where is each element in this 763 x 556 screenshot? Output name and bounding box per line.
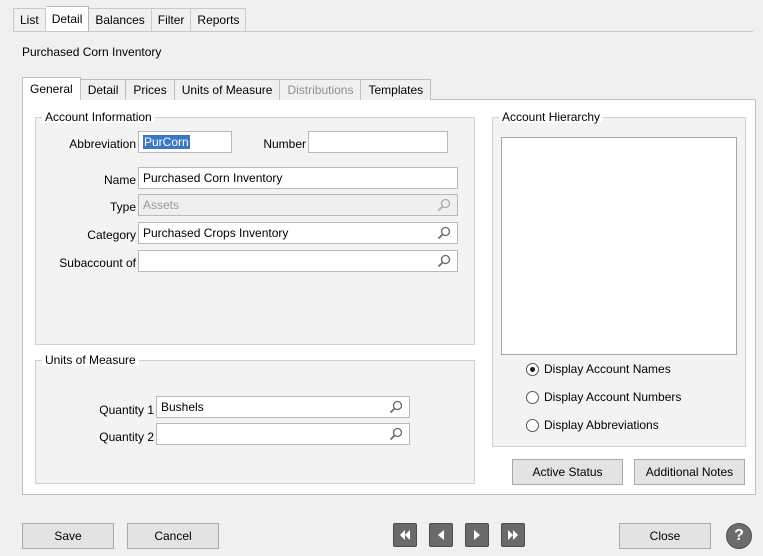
account-information-title: Account Information [42,111,155,123]
name-field[interactable]: Purchased Corn Inventory [138,167,458,189]
tab-divider [13,31,753,32]
quantity-1-field[interactable]: Bushels [156,396,410,418]
tab-detail[interactable]: Detail [45,6,90,31]
help-icon[interactable]: ? [726,523,752,549]
tab-balances[interactable]: Balances [89,8,152,31]
subaccount-field[interactable] [138,250,458,272]
last-record-icon [508,530,518,540]
display-account-numbers-label: Display Account Numbers [544,390,682,404]
last-record-button[interactable] [501,523,525,547]
units-of-measure-title: Units of Measure [42,354,139,366]
display-account-names-label: Display Account Names [544,362,671,376]
previous-record-icon [438,530,444,540]
save-button[interactable]: Save [22,523,114,549]
quantity-2-field[interactable] [156,423,410,445]
category-value: Purchased Crops Inventory [143,226,289,240]
type-value: Assets [143,198,180,212]
display-account-numbers-option[interactable]: Display Account Numbers [526,390,681,404]
number-label: Number [263,137,306,151]
display-abbreviations-option[interactable]: Display Abbreviations [526,418,659,432]
display-account-names-option[interactable]: Display Account Names [526,362,671,376]
magnifier-icon[interactable] [389,400,403,414]
radio-button[interactable] [526,418,539,432]
abbreviation-field[interactable]: PurCorn [138,131,232,153]
magnifier-icon[interactable] [437,254,451,268]
close-button[interactable]: Close [619,523,711,549]
tab-filter[interactable]: Filter [151,8,192,31]
subtab-units-of-measure[interactable]: Units of Measure [174,79,281,100]
cancel-button[interactable]: Cancel [127,523,219,549]
top-tab-bar: List Detail Balances Filter Reports [13,6,247,32]
previous-record-button[interactable] [429,523,453,547]
active-status-button[interactable]: Active Status [512,459,623,485]
type-field: Assets [138,194,458,216]
quantity-1-label: Quantity 1 [99,403,154,417]
subaccount-label: Subaccount of [59,256,136,270]
abbreviation-label: Abbreviation [69,137,136,151]
quantity-1-value: Bushels [161,400,204,414]
sub-tab-bar: General Detail Prices Units of Measure D… [22,77,432,100]
subtab-general[interactable]: General [22,77,81,100]
next-record-icon [474,530,480,540]
radio-button[interactable] [526,390,539,404]
magnifier-icon [437,198,451,212]
type-label: Type [109,200,136,214]
category-label: Category [87,228,136,242]
subtab-detail[interactable]: Detail [80,79,127,100]
name-label: Name [103,173,136,187]
additional-notes-button[interactable]: Additional Notes [634,459,745,485]
quantity-2-label: Quantity 2 [99,430,154,444]
number-field[interactable] [308,131,448,153]
units-of-measure-group [35,360,475,484]
account-hierarchy-title: Account Hierarchy [499,111,604,123]
subtab-prices[interactable]: Prices [126,79,175,100]
category-field[interactable]: Purchased Crops Inventory [138,222,458,244]
subtab-distributions: Distributions [280,79,362,100]
record-title: Purchased Corn Inventory [22,45,162,59]
radio-button-selected[interactable] [526,362,539,376]
display-abbreviations-label: Display Abbreviations [544,418,659,432]
subtab-templates[interactable]: Templates [361,79,432,100]
first-record-button[interactable] [393,523,417,547]
magnifier-icon[interactable] [389,427,403,441]
first-record-icon [400,530,410,540]
next-record-button[interactable] [465,523,489,547]
magnifier-icon[interactable] [437,226,451,240]
account-hierarchy-tree[interactable] [501,137,737,355]
tab-list[interactable]: List [13,8,46,31]
tab-reports[interactable]: Reports [191,8,247,31]
